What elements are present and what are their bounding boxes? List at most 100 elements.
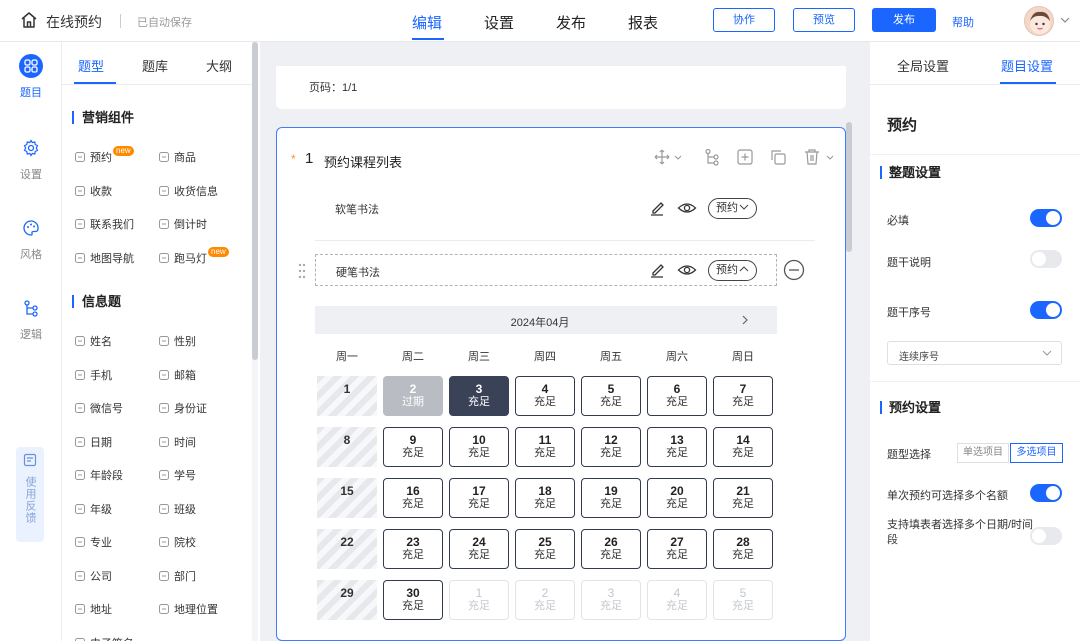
help-link[interactable]: 帮助 [952, 14, 974, 30]
component-item[interactable]: 收货信息 [158, 183, 218, 199]
calendar-day[interactable]: 26 充足 [581, 529, 641, 569]
calendar-day[interactable]: 12 充足 [581, 427, 641, 467]
add-box-icon[interactable] [736, 148, 754, 166]
calendar-day[interactable]: 20 充足 [647, 478, 707, 518]
option-text[interactable]: 软笔书法 [335, 201, 379, 217]
home-icon[interactable] [20, 11, 38, 29]
component-item[interactable]: 学号 [158, 467, 196, 483]
component-item[interactable]: 微信号 [74, 400, 123, 416]
chevron-right-icon[interactable] [739, 314, 751, 326]
calendar-day[interactable]: 3 充足 [449, 376, 509, 416]
edit-icon[interactable] [648, 199, 666, 217]
component-item[interactable]: 地理位置 [158, 601, 218, 617]
rail-item-style[interactable]: 风格 [0, 216, 62, 262]
calendar-day[interactable]: 6 充足 [647, 376, 707, 416]
chevron-down-icon[interactable] [1059, 14, 1071, 26]
calendar-day[interactable]: 17 充足 [449, 478, 509, 518]
calendar-day[interactable]: 16 充足 [383, 478, 443, 518]
tab-question-settings[interactable]: 题目设置 [1001, 56, 1053, 75]
calendar-day[interactable]: 24 充足 [449, 529, 509, 569]
booking-tag[interactable]: 预约 [708, 198, 757, 219]
avatar[interactable] [1024, 6, 1054, 36]
component-item[interactable]: 院校 [158, 534, 196, 550]
calendar-day[interactable]: 9 充足 [383, 427, 443, 467]
edit-icon[interactable] [648, 261, 666, 279]
multi-quota-toggle[interactable] [1030, 484, 1062, 502]
single-select-option[interactable]: 单选项目 [957, 443, 1009, 463]
option-row[interactable]: 软笔书法 预约 [315, 192, 815, 224]
component-item[interactable]: 收款 [74, 183, 112, 199]
component-item[interactable]: 倒计时 [158, 216, 207, 232]
tab-outline[interactable]: 大纲 [206, 56, 232, 75]
eye-icon[interactable] [677, 199, 697, 217]
tab-question-types[interactable]: 题型 [78, 56, 104, 75]
nav-settings[interactable]: 设置 [484, 12, 514, 33]
component-item[interactable]: 专业 [74, 534, 112, 550]
nav-edit[interactable]: 编辑 [412, 12, 442, 33]
numbering-toggle[interactable] [1030, 301, 1062, 319]
calendar-day[interactable]: 10 充足 [449, 427, 509, 467]
rail-item-settings[interactable]: 设置 [0, 136, 62, 182]
component-item[interactable]: 联系我们 [74, 216, 134, 232]
scrollbar-thumb[interactable] [846, 122, 852, 252]
copy-icon[interactable] [769, 148, 787, 166]
rail-item-questions[interactable]: 题目 [0, 54, 62, 100]
nav-publish[interactable]: 发布 [556, 12, 586, 33]
component-item[interactable]: 手机 [74, 367, 112, 383]
calendar-day[interactable]: 4 充足 [515, 376, 575, 416]
component-item[interactable]: 预约 new [74, 146, 134, 165]
eye-icon[interactable] [677, 261, 697, 279]
canvas-scrollbar[interactable] [846, 122, 852, 641]
question-title[interactable]: 预约课程列表 [324, 152, 402, 171]
logic-branch-icon[interactable] [703, 148, 721, 166]
calendar-day[interactable]: 18 充足 [515, 478, 575, 518]
component-item[interactable]: 地图导航 [74, 250, 134, 266]
calendar-day[interactable]: 14 充足 [713, 427, 773, 467]
component-item[interactable]: 地址 [74, 601, 112, 617]
rail-item-logic[interactable]: 逻辑 [0, 296, 62, 342]
calendar-day[interactable]: 28 充足 [713, 529, 773, 569]
panel-scrollbar[interactable] [252, 42, 258, 641]
move-icon[interactable] [653, 148, 683, 166]
option-row-active[interactable]: 硬笔书法 预约 [315, 254, 777, 286]
nav-report[interactable]: 报表 [628, 12, 658, 33]
component-item[interactable]: 班级 [158, 501, 196, 517]
component-item[interactable]: 年级 [74, 501, 112, 517]
component-item[interactable]: 日期 [74, 434, 112, 450]
calendar-day[interactable]: 1 充足 [449, 580, 509, 620]
component-item[interactable]: 邮箱 [158, 367, 196, 383]
calendar-day[interactable]: 19 充足 [581, 478, 641, 518]
preview-button[interactable]: 预览 [793, 8, 855, 32]
component-item[interactable]: 公司 [74, 568, 112, 584]
component-item[interactable]: 部门 [158, 568, 196, 584]
scrollbar-thumb[interactable] [252, 42, 258, 360]
calendar-day[interactable]: 13 充足 [647, 427, 707, 467]
delete-icon[interactable] [803, 148, 837, 166]
drag-handle-icon[interactable] [297, 262, 307, 280]
calendar-day[interactable]: 5 充足 [581, 376, 641, 416]
calendar-day[interactable]: 2 充足 [515, 580, 575, 620]
option-text[interactable]: 硬笔书法 [336, 264, 380, 280]
component-item[interactable]: 时间 [158, 434, 196, 450]
numbering-select[interactable]: 连续序号 [887, 341, 1062, 365]
tab-global-settings[interactable]: 全局设置 [897, 56, 949, 75]
component-item[interactable]: 性别 [158, 333, 196, 349]
calendar-day[interactable]: 4 充足 [647, 580, 707, 620]
component-item[interactable]: 姓名 [74, 333, 112, 349]
component-item[interactable]: 商品 [158, 149, 196, 165]
remove-option-icon[interactable] [783, 259, 805, 281]
description-toggle[interactable] [1030, 250, 1062, 268]
publish-button[interactable]: 发布 [872, 8, 936, 32]
calendar-day[interactable]: 7 充足 [713, 376, 773, 416]
required-toggle[interactable] [1030, 209, 1062, 227]
question-card[interactable]: * 1 预约课程列表 软笔书法 预约 硬笔书法 预约 2024年04月 周一 周… [276, 127, 846, 641]
calendar-day[interactable]: 3 充足 [581, 580, 641, 620]
multi-dates-toggle[interactable] [1030, 527, 1062, 545]
collaborate-button[interactable]: 协作 [713, 8, 775, 32]
calendar-day[interactable]: 27 充足 [647, 529, 707, 569]
calendar-day[interactable]: 5 充足 [713, 580, 773, 620]
feedback-button[interactable]: 使用反馈 [16, 447, 44, 542]
calendar-day[interactable]: 21 充足 [713, 478, 773, 518]
booking-tag[interactable]: 预约 [708, 260, 757, 281]
component-item[interactable]: 年龄段 [74, 467, 123, 483]
